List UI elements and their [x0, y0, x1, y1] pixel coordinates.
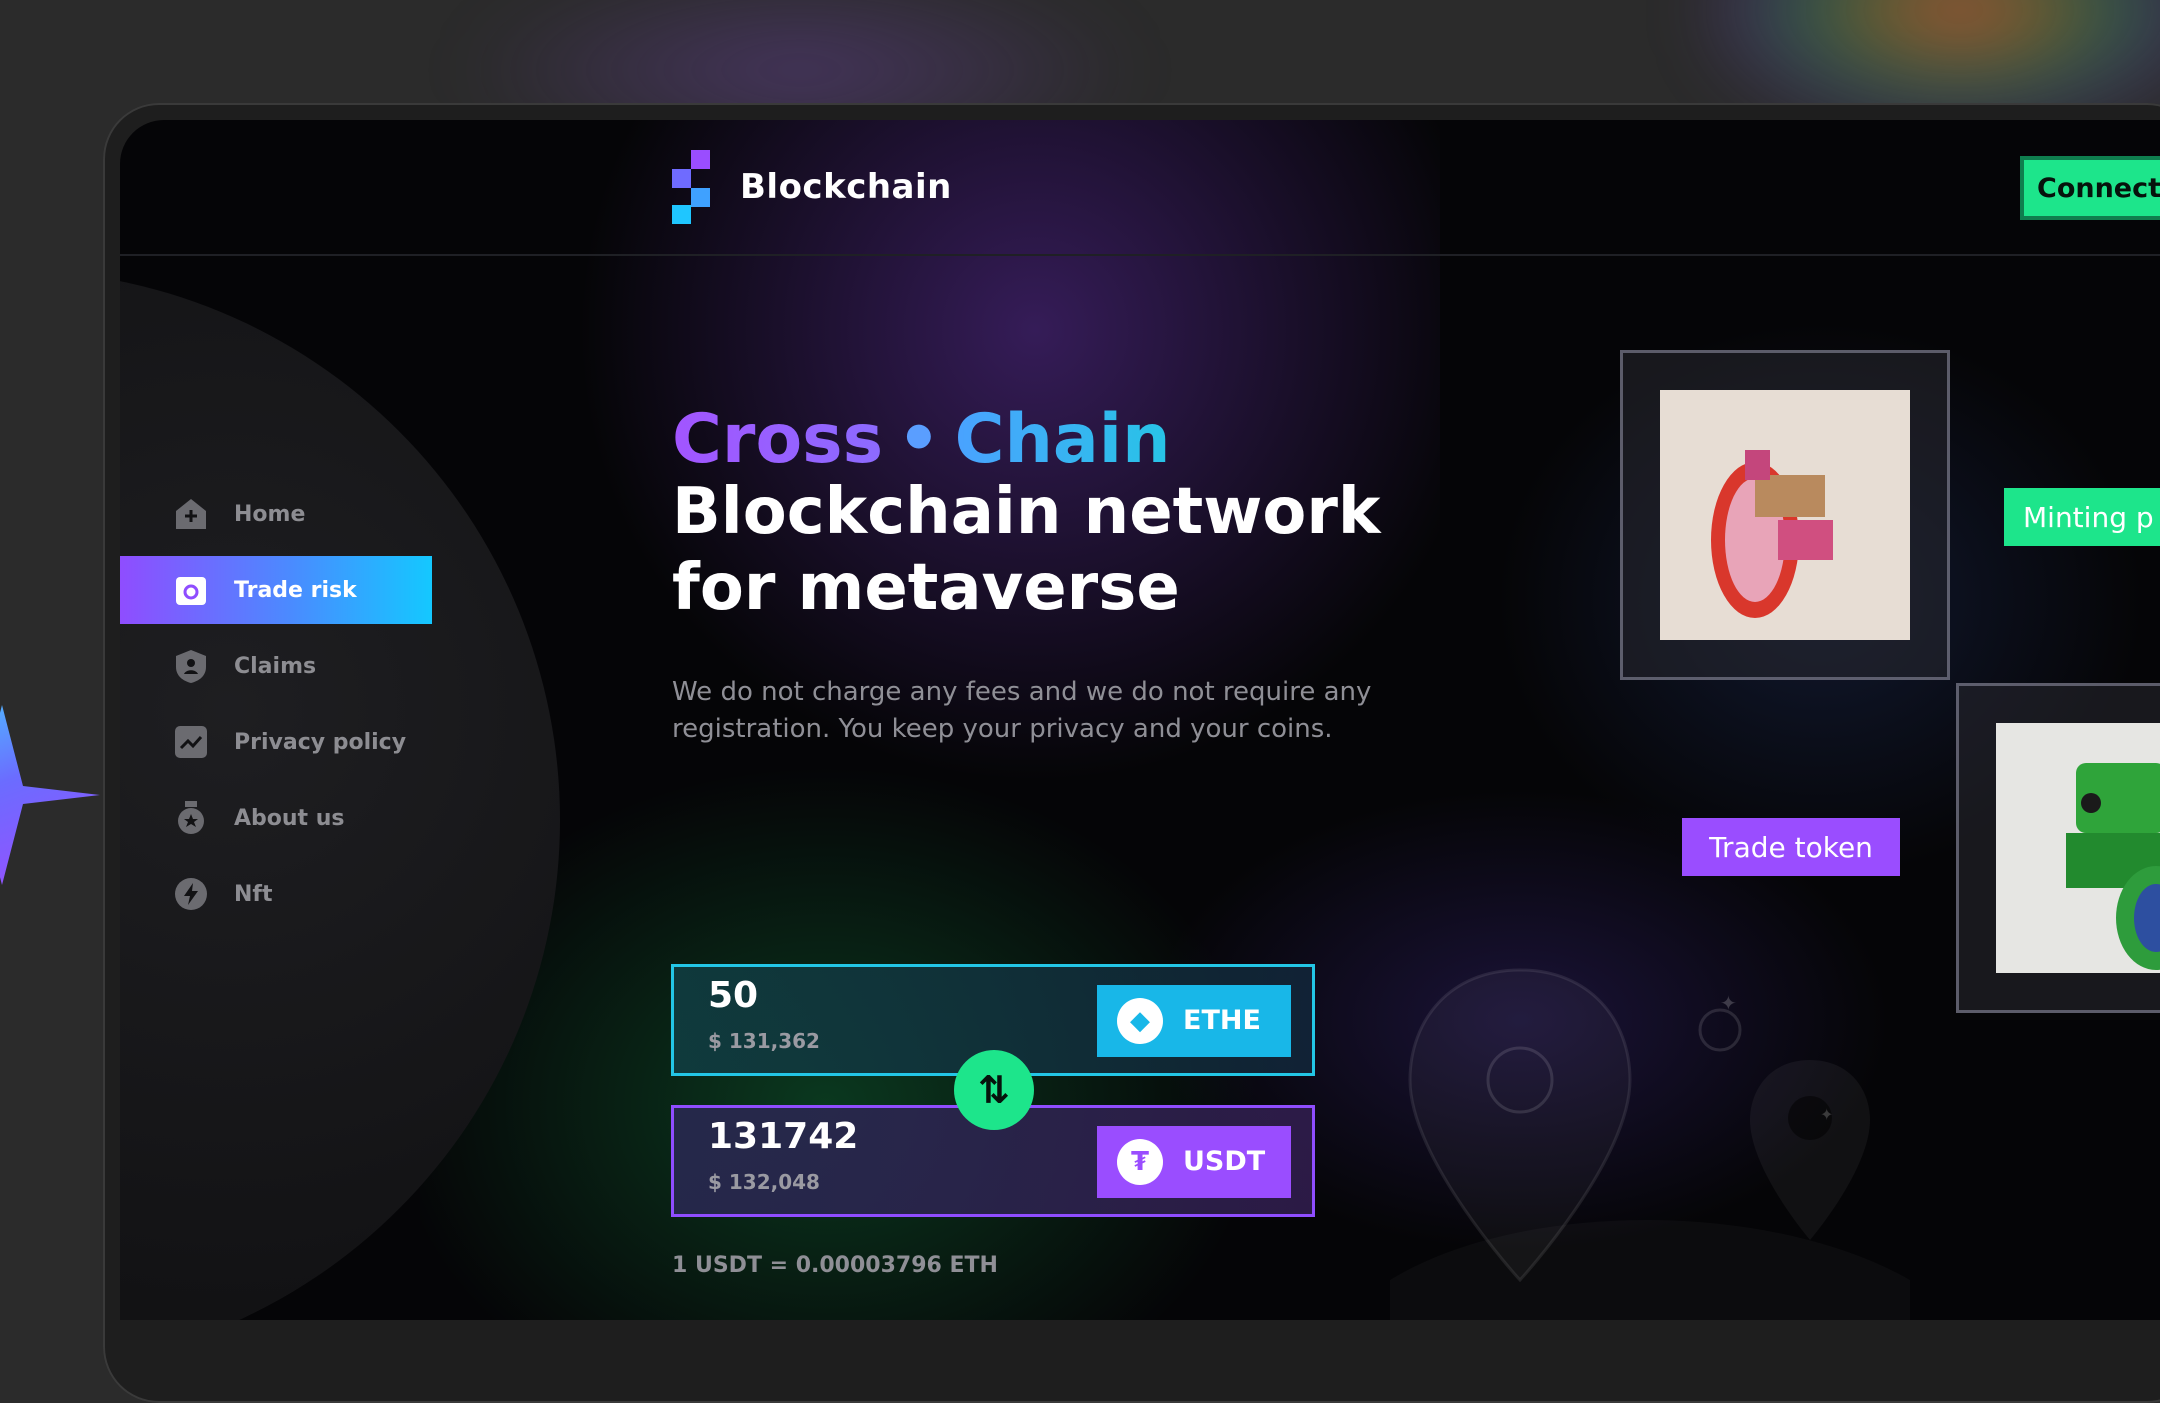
- nft-card[interactable]: [1620, 350, 1950, 680]
- hero-title-gradient: Cross • Chain: [672, 400, 1171, 479]
- badge-icon: [172, 799, 210, 837]
- trade-token-button[interactable]: Trade token: [1682, 818, 1900, 876]
- shield-user-icon: [172, 647, 210, 685]
- token-select-usdt-button[interactable]: ₮ USDT: [1097, 1126, 1291, 1198]
- token-select-eth-button[interactable]: ◆ ETHE: [1097, 985, 1291, 1057]
- lightning-icon: [172, 875, 210, 913]
- svg-text:✦: ✦: [1820, 1105, 1833, 1124]
- hero-title: Blockchain network for metaverse: [672, 475, 1381, 625]
- logo[interactable]: Blockchain: [672, 150, 952, 224]
- nft-image-red-toy: [1660, 390, 1910, 640]
- app-screen: Blockchain Connect Home Trade risk Claim…: [120, 120, 2160, 1320]
- svg-text:✦: ✦: [1720, 991, 1737, 1015]
- nft-card[interactable]: [1956, 683, 2160, 1013]
- hero-description: We do not charge any fees and we do not …: [672, 677, 1372, 744]
- brand-name: Blockchain: [740, 167, 952, 207]
- tether-icon: ₮: [1117, 1139, 1163, 1185]
- map-pin-decoration: ✦ ✦: [1408, 968, 1870, 1283]
- swap-to-usd: $ 132,048: [708, 1170, 820, 1194]
- nft-image-green-toy: [1996, 723, 2160, 973]
- connect-wallet-button[interactable]: Connect: [2020, 156, 2160, 220]
- sidebar-item-trade-risk[interactable]: Trade risk: [120, 556, 432, 624]
- sidebar-item-nft[interactable]: Nft: [120, 860, 432, 928]
- sidebar-item-about-us[interactable]: About us: [120, 784, 432, 852]
- logo-icon: [672, 150, 718, 224]
- sparkle-decoration: [0, 705, 100, 885]
- sidebar-item-home[interactable]: Home: [120, 480, 432, 548]
- swap-from-usd: $ 131,362: [708, 1029, 820, 1053]
- swap-from-amount[interactable]: 50: [708, 975, 758, 1016]
- home-icon: [172, 495, 210, 533]
- minting-tag[interactable]: Minting p: [2004, 488, 2160, 546]
- chart-icon: [172, 723, 210, 761]
- ethereum-icon: ◆: [1117, 998, 1163, 1044]
- exchange-rate: 1 USDT = 0.00003796 ETH: [672, 1253, 998, 1278]
- header-divider: [120, 254, 2160, 256]
- swap-direction-button[interactable]: ⇅: [954, 1050, 1034, 1130]
- swap-arrows-icon: ⇅: [978, 1068, 1010, 1112]
- sidebar-item-privacy-policy[interactable]: Privacy policy: [120, 708, 432, 776]
- wallet-icon: [172, 571, 210, 609]
- swap-to-amount[interactable]: 131742: [708, 1116, 858, 1157]
- sidebar-item-claims[interactable]: Claims: [120, 632, 432, 700]
